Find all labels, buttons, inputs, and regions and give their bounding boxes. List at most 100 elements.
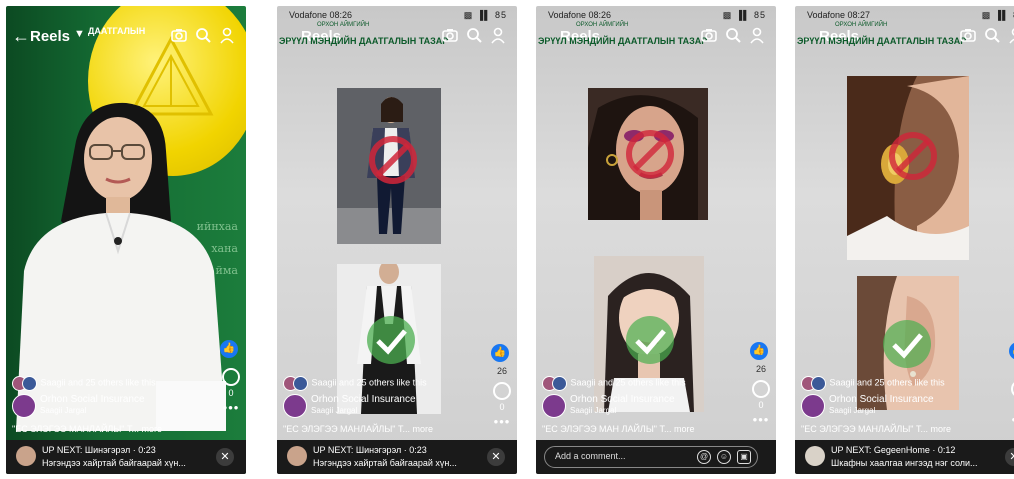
likes-summary[interactable]: Saagii and 25 others like this — [542, 376, 686, 391]
avatar[interactable] — [283, 394, 307, 418]
camera-icon[interactable] — [959, 26, 977, 44]
emoji-icon[interactable]: ☺ — [717, 450, 731, 464]
comment-icon[interactable] — [752, 380, 770, 398]
makeup-wrong-photo — [588, 88, 708, 220]
gif-icon[interactable]: ▣ — [737, 450, 751, 464]
right-mark-icon — [367, 316, 415, 364]
avatar[interactable] — [542, 394, 566, 418]
like-count: 26 — [496, 366, 507, 376]
account-row[interactable]: Orhon Social Insurance Saagii Jargal — [12, 394, 212, 418]
reel-screen-3: Vodafone 08:26 ▩ ▐▌ 85 ← Reels ОРХОН АЙМ… — [536, 6, 776, 474]
comment-count: 0 — [1009, 400, 1014, 410]
status-bar: Vodafone 08:26 ▩ ▐▌ 85 — [277, 8, 517, 22]
brand-small-text: ОРХОН АЙМГИЙН — [576, 22, 629, 28]
camera-icon[interactable] — [441, 26, 459, 44]
liker-avatars — [801, 376, 827, 391]
comment-count: 0 — [228, 388, 234, 398]
likes-text: Saagii and 25 others like this — [570, 377, 686, 388]
profile-icon[interactable] — [218, 26, 236, 44]
likes-summary[interactable]: Saagii and 25 others like this — [801, 376, 945, 391]
more-options-icon[interactable]: ••• — [220, 400, 242, 415]
liker-avatars — [542, 376, 568, 391]
profile-icon[interactable] — [1007, 26, 1014, 44]
wrong-mark-icon — [626, 130, 674, 178]
outfit-right-photo — [337, 264, 441, 414]
reel-caption[interactable]: "ЕС ЭЛЭГЭЭ МАНЛАЙЛЫ" T... more — [283, 424, 433, 434]
earring-wrong-photo — [847, 76, 969, 260]
up-next-bar[interactable]: UP NEXT: Шинэгэрэл · 0:23 Нэгэндээ хайрт… — [6, 440, 246, 474]
comment-icon[interactable] — [493, 382, 511, 400]
reel-caption[interactable]: "ЕС ЭЛЭГЭЭ МАН ЛАЙЛЫ" T... more — [542, 424, 695, 434]
like-icon[interactable]: 👍 — [750, 342, 768, 360]
search-icon[interactable] — [194, 26, 212, 44]
brand-small-text: ОРХОН АЙМГИЙН — [317, 22, 370, 28]
up-next-label: UP NEXT: Шинэгэрэл · 0:23 — [42, 445, 156, 455]
at-mention-icon[interactable]: @ — [697, 450, 711, 464]
more-options-icon[interactable]: ••• — [491, 414, 513, 429]
close-icon[interactable]: ✕ — [1005, 448, 1014, 466]
like-icon[interactable]: 👍 — [1009, 342, 1014, 360]
avatar — [287, 446, 307, 466]
back-arrow-icon[interactable]: ← — [12, 26, 30, 47]
avatar[interactable] — [12, 394, 36, 418]
reels-header: ← Reels ▼ ДААТГАЛЫН — [6, 22, 246, 52]
camera-icon[interactable] — [170, 26, 188, 44]
status-bar: Vodafone 08:27 ▩ ▐▌ 85 — [795, 8, 1014, 22]
close-icon[interactable]: ✕ — [487, 448, 505, 466]
header-actions — [431, 26, 511, 46]
account-row[interactable]: Orhon Social Insurance Saagii Jargal — [283, 394, 483, 418]
search-icon[interactable] — [465, 26, 483, 44]
brand-text: ЭРҮҮЛ МЭНДИЙН ДААТГАЛЫН ТАЗАР — [279, 36, 449, 46]
liker-avatars — [283, 376, 309, 391]
search-icon[interactable] — [983, 26, 1001, 44]
likes-text: Saagii and 25 others like this — [829, 377, 945, 388]
search-icon[interactable] — [724, 26, 742, 44]
account-name[interactable]: Orhon Social Insurance — [40, 394, 145, 405]
header-actions — [160, 26, 240, 46]
likes-summary[interactable]: Saagii and 25 others like this — [283, 376, 427, 391]
status-left: Vodafone 08:27 — [807, 10, 871, 20]
status-right: ▩ ▐▌ 85 — [722, 10, 766, 20]
reels-header: ← Reels ОРХОН АЙМГИЙН ЭРҮҮЛ МЭНДИЙН ДААТ… — [277, 22, 517, 52]
wrong-mark-icon — [369, 136, 417, 184]
reels-header: ← Reels ОРХОН АЙМГИЙН ЭРҮҮЛ МЭНДИЙН ДААТ… — [536, 22, 776, 52]
status-bar — [6, 8, 246, 22]
reel-caption[interactable]: "ЕС ЭЛЭГЭЭ МАНЛАЙЛЫ" T... more — [12, 424, 162, 434]
comment-icon[interactable] — [222, 368, 240, 386]
status-bar: Vodafone 08:26 ▩ ▐▌ 85 — [536, 8, 776, 22]
up-next-bar[interactable]: UP NEXT: Шинэгэрэл · 0:23 Нэгэндээ хайрт… — [277, 440, 517, 474]
camera-icon[interactable] — [700, 26, 718, 44]
account-subtitle: Saagii Jargal — [40, 406, 87, 415]
up-next-title: Нэгэндээ хайртай байгаарай хүн... — [313, 458, 457, 468]
reel-caption[interactable]: "ЕС ЭЛЭГЭЭ МАНЛАЙЛЫ" T... more — [801, 424, 951, 434]
profile-icon[interactable] — [489, 26, 507, 44]
status-left: Vodafone 08:26 — [548, 10, 612, 20]
status-right: ▩ ▐▌ 85 — [463, 10, 507, 20]
reels-title[interactable]: Reels — [30, 28, 70, 45]
more-options-icon[interactable]: ••• — [1009, 412, 1014, 427]
account-name[interactable]: Orhon Social Insurance — [311, 394, 416, 405]
status-left: Vodafone 08:26 — [289, 10, 353, 20]
like-icon[interactable]: 👍 — [220, 340, 238, 358]
reel-side-actions: 👍 0 ••• — [220, 340, 242, 415]
more-options-icon[interactable]: ••• — [750, 412, 772, 427]
account-row[interactable]: Orhon Social Insurance Saagii Jargal — [801, 394, 1001, 418]
comment-count: 0 — [758, 400, 764, 410]
chevron-down-icon[interactable]: ▼ — [74, 28, 85, 40]
up-next-bar[interactable]: UP NEXT: GegeenHome · 0:12 Шкафны хаалга… — [795, 440, 1014, 474]
account-name[interactable]: Orhon Social Insurance — [829, 394, 934, 405]
comment-count: 0 — [499, 402, 505, 412]
account-row[interactable]: Orhon Social Insurance Saagii Jargal — [542, 394, 742, 418]
close-icon[interactable]: ✕ — [216, 448, 234, 466]
avatar — [16, 446, 36, 466]
reel-side-actions: 👍 26 0 ••• — [750, 342, 772, 427]
reel-screen-2: Vodafone 08:26 ▩ ▐▌ 85 ← Reels ОРХОН АЙМ… — [277, 6, 517, 474]
account-name[interactable]: Orhon Social Insurance — [570, 394, 675, 405]
avatar[interactable] — [801, 394, 825, 418]
profile-icon[interactable] — [748, 26, 766, 44]
header-actions — [949, 26, 1014, 46]
likes-summary[interactable]: Saagii and 25 others like this — [12, 376, 156, 391]
comment-input[interactable]: Add a comment... @ ☺ ▣ — [544, 446, 758, 468]
like-icon[interactable]: 👍 — [491, 344, 509, 362]
up-next-label: UP NEXT: Шинэгэрэл · 0:23 — [313, 445, 427, 455]
